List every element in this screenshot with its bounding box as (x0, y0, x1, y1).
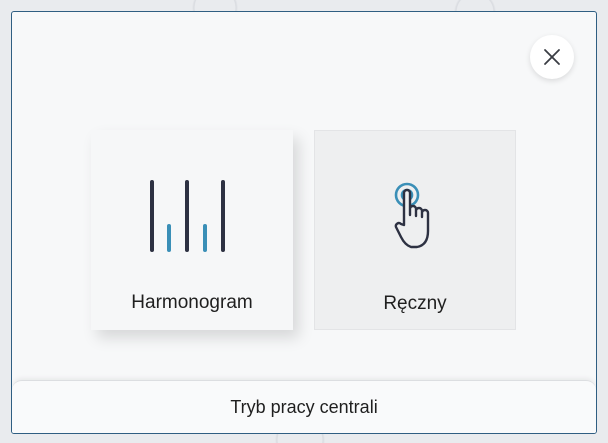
close-icon (544, 49, 560, 65)
close-button[interactable] (530, 35, 574, 79)
schedule-bars-icon (150, 180, 225, 252)
mode-card-reczny[interactable]: Ręczny (314, 130, 516, 330)
work-mode-dialog: Harmonogram Ręczny Tryb pracy centrali (11, 11, 597, 434)
mode-card-harmonogram[interactable]: Harmonogram (91, 130, 293, 330)
hand-pointer-icon (394, 182, 430, 249)
dialog-footer-title: Tryb pracy centrali (12, 380, 596, 433)
mode-label-reczny: Ręczny (383, 293, 447, 314)
mode-label-harmonogram: Harmonogram (131, 292, 253, 313)
